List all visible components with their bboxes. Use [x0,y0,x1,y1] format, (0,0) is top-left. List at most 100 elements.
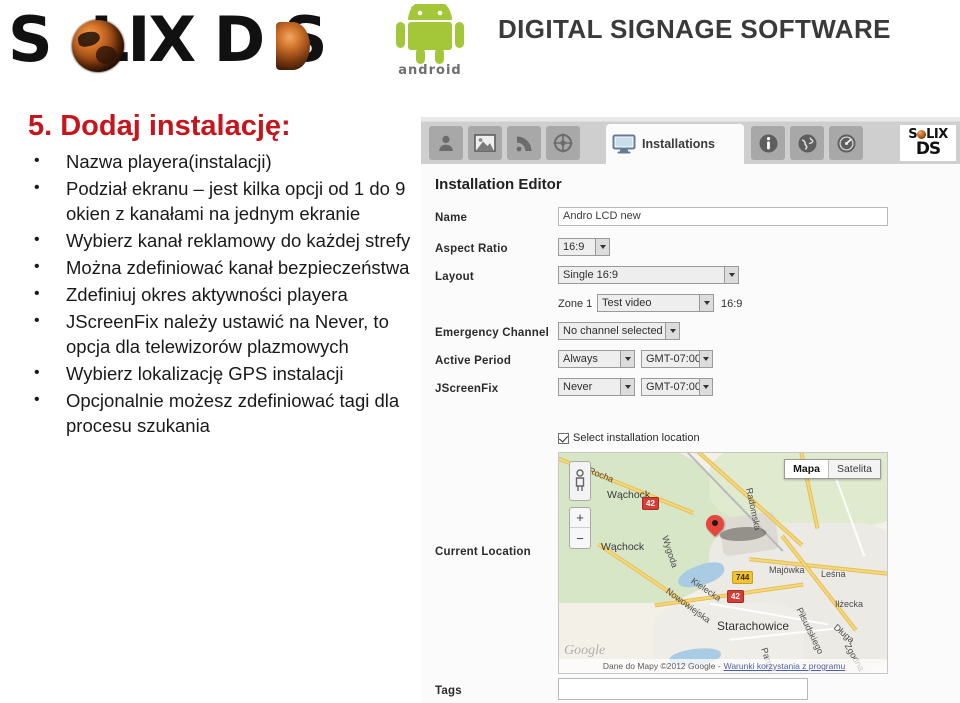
aspect-ratio-label: Aspect Ratio [435,243,508,255]
slide-heading: 5. Dodaj instalację: [28,110,291,142]
installation-location-map[interactable]: Wąchock Wąchock Starachowice Radomska Ma… [558,452,888,674]
list-item: Zdefiniuj okres aktywności playera [28,281,418,307]
user-icon [439,135,453,151]
aspect-ratio-select[interactable]: 16:9 [558,238,610,256]
monitor-icon [612,134,636,154]
application-screenshot: Installations S LIX DS Installation Edit… [421,117,960,703]
chevron-down-icon[interactable] [699,379,712,395]
jscreenfix-select[interactable]: Never [558,378,635,396]
map-label: Starachowice [717,619,790,633]
emergency-channel-value: No channel selected [563,325,663,337]
app-corner-logo: S LIX DS [900,125,956,161]
map-route-shield: 744 [732,571,754,584]
corner-logo-bottom: DS [915,139,941,159]
active-period-value: Always [563,353,598,365]
list-item: JScreenFix należy ustawić na Never, to o… [28,308,418,359]
aspect-ratio-value: 16:9 [563,241,585,253]
tags-label: Tags [435,685,462,697]
target-icon [553,133,573,153]
current-location-label: Current Location [435,546,531,558]
toolbar-button-feeds[interactable] [507,126,541,160]
zone-1-channel-value: Test video [602,297,652,309]
tab-installations[interactable]: Installations [606,124,744,164]
map-route-shield: 42 [642,497,659,510]
editor-title: Installation Editor [435,176,562,193]
map-route-shield: 42 [727,590,744,603]
globe-dot-icon [917,130,927,139]
jscreenfix-timezone-value: GMT-07:00 [646,381,700,393]
map-attribution-text: Dane do Mapy ©2012 Google - [602,661,721,671]
globe-icon [798,134,816,152]
map-type-mapa-button[interactable]: Mapa [785,460,829,478]
marker-dot-icon [712,520,718,526]
map-zoom-control[interactable]: + − [569,507,591,549]
layout-select[interactable]: Single 16:9 [558,266,739,284]
list-item: Można zdefiniować kanał bezpieczeństwa [28,254,418,280]
list-item: Wybierz kanał reklamowy do każdej strefy [28,227,418,253]
chevron-down-icon[interactable] [699,295,713,311]
tab-installations-label: Installations [642,137,715,151]
active-period-label: Active Period [435,355,512,367]
pegman-icon [575,469,585,491]
map-terms-link[interactable]: Warunki korzystania z programu [724,661,846,671]
name-input[interactable]: Andro LCD new [558,207,888,226]
jscreenfix-timezone-select[interactable]: GMT-07:00 [641,378,713,396]
slide-text-column: 5. Dodaj instalację: Nazwa playera(insta… [28,110,418,440]
map-label: Leśna [821,569,846,579]
emergency-channel-label: Emergency Channel [435,327,549,339]
toolbar-button-status[interactable] [829,126,863,160]
chevron-down-icon[interactable] [620,379,634,395]
zoom-out-button[interactable]: − [570,528,590,548]
list-item: Wybierz lokalizację GPS instalacji [28,360,418,386]
android-logo: android [382,0,478,80]
list-item: Opcjonalnie możesz zdefiniować tagi dla … [28,387,418,438]
map-type-control[interactable]: Mapa Satelita [784,459,881,479]
toolbar-button-users[interactable] [429,126,463,160]
toolbar-button-info[interactable] [751,126,785,160]
list-item: Nazwa playera(instalacji) [28,148,418,174]
toolbar-button-channels[interactable] [546,126,580,160]
select-installation-location-label: Select installation location [573,432,700,444]
chevron-down-icon[interactable] [724,267,738,283]
select-installation-location-checkbox[interactable]: Select installation location [558,432,700,444]
active-period-timezone-value: GMT-07:00 [646,353,700,365]
zone-1-label: Zone 1 [558,298,593,310]
banner-title: DIGITAL SIGNAGE SOFTWARE [498,14,891,44]
zoom-in-button[interactable]: + [570,508,590,528]
slide-page: S LIX D S android DIGITAL SIGNAGE SOFTWA… [0,0,960,703]
zone-1-channel-select[interactable]: Test video [597,294,714,312]
android-wordmark: android [398,63,462,78]
name-label: Name [435,212,468,224]
active-period-select[interactable]: Always [558,350,635,368]
map-label: Iłżecka [835,599,864,609]
active-period-timezone-select[interactable]: GMT-07:00 [641,350,713,368]
layout-label: Layout [435,271,474,283]
solix-ds-logo: S LIX D S [8,4,348,76]
checkbox-icon[interactable] [558,432,569,444]
info-icon [759,134,777,152]
google-watermark: Google [564,643,606,658]
android-robot-icon [396,0,464,64]
toolbar-button-network[interactable] [790,126,824,160]
emergency-channel-select[interactable]: No channel selected [558,322,680,340]
globe-half-icon [276,22,310,70]
location-marker[interactable] [702,511,771,541]
image-icon [474,134,496,152]
slide-bullet-list: Nazwa playera(instalacji) Podział ekranu… [28,148,418,438]
app-toolbar: Installations S LIX DS [421,122,960,164]
globe-icon [72,20,124,72]
tags-input[interactable] [558,678,808,700]
rss-icon [516,136,531,151]
layout-value: Single 16:9 [563,269,619,281]
map-label: Majówka [769,565,805,575]
map-type-satelita-button[interactable]: Satelita [829,460,880,478]
chevron-down-icon[interactable] [595,239,609,255]
chevron-down-icon[interactable] [620,351,634,367]
street-view-pegman-control[interactable] [569,461,591,501]
chevron-down-icon[interactable] [665,323,679,339]
toolbar-button-media[interactable] [468,126,502,160]
gauge-icon [837,134,855,152]
list-item: Podział ekranu – jest kilka opcji od 1 d… [28,175,418,226]
chevron-down-icon[interactable] [699,351,712,367]
page-banner: S LIX D S android DIGITAL SIGNAGE SOFTWA… [0,0,960,88]
